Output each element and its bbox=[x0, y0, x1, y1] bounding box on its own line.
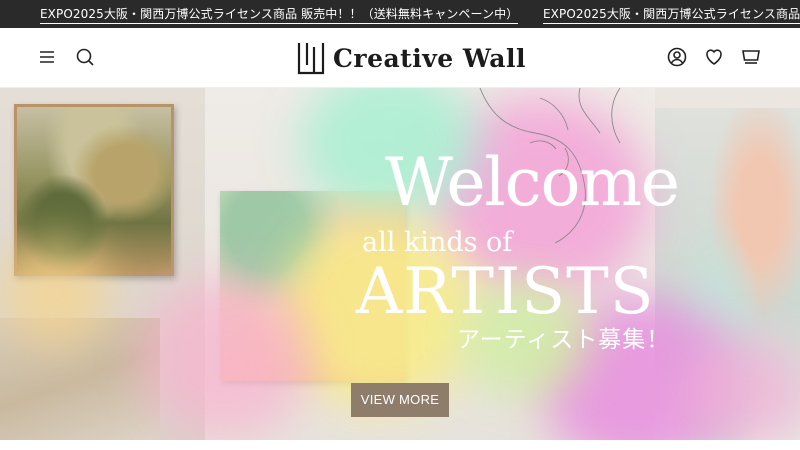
logo-mark-icon bbox=[297, 43, 325, 75]
view-more-button[interactable]: VIEW MORE bbox=[351, 383, 449, 417]
announcement-link[interactable]: EXPO2025大阪・関西万博公式ライセンス商品 販売中！！（送料無料キャンペー… bbox=[543, 6, 800, 24]
hero-headline: Welcome bbox=[385, 144, 680, 221]
menu-icon[interactable] bbox=[35, 45, 59, 69]
hero-subline: all kinds of bbox=[362, 227, 513, 258]
announcement-link[interactable]: EXPO2025大阪・関西万博公式ライセンス商品 販売中！！（送料無料キャンペー… bbox=[40, 6, 519, 24]
color-blob bbox=[140, 278, 310, 438]
page-divider bbox=[0, 440, 800, 450]
hero-title: ARTISTS bbox=[356, 255, 655, 329]
logo-text: Creative Wall bbox=[333, 43, 526, 73]
heart-icon[interactable] bbox=[702, 45, 726, 69]
hero-banner[interactable]: Welcome all kinds of ARTISTS アーティスト募集！ V… bbox=[0, 88, 800, 440]
cart-icon[interactable] bbox=[739, 45, 763, 69]
site-logo[interactable]: Creative Wall bbox=[297, 40, 526, 76]
account-icon[interactable] bbox=[665, 45, 689, 69]
hero-jp-caption: アーティスト募集！ bbox=[457, 327, 671, 353]
announcement-bar: EXPO2025大阪・関西万博公式ライセンス商品 販売中！！（送料無料キャンペー… bbox=[0, 0, 800, 28]
site-header: Creative Wall bbox=[0, 28, 800, 88]
color-blob bbox=[0, 238, 110, 348]
search-icon[interactable] bbox=[73, 45, 97, 69]
color-blob bbox=[680, 338, 800, 440]
